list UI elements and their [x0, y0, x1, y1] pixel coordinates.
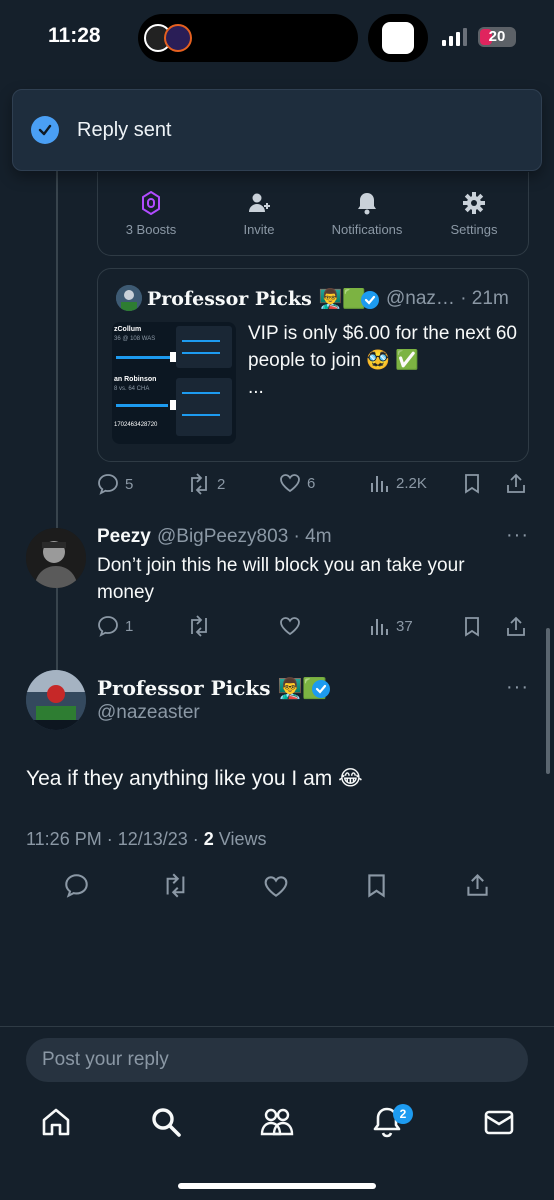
views-button[interactable]: 2.2K [370, 473, 427, 493]
heart-icon[interactable] [279, 616, 301, 636]
scroll-indicator[interactable] [546, 628, 550, 774]
peezy-avatar[interactable] [26, 528, 86, 588]
bookmark-icon[interactable] [367, 873, 386, 898]
image-text-4: 8 vs. 64 CHA [114, 386, 150, 392]
views-label: Views [213, 829, 267, 849]
boost-icon [142, 191, 160, 215]
retweet-icon[interactable] [187, 615, 211, 637]
retweet-icon[interactable] [162, 873, 189, 898]
image-text-3: an Robinson [114, 376, 157, 383]
notifications-button[interactable]: Notifications [312, 190, 422, 237]
verified-badge-icon [312, 680, 330, 698]
peezy-more-button[interactable]: ··· [506, 524, 529, 547]
gear-icon [463, 192, 485, 214]
notifications-label: Notifications [331, 222, 403, 237]
app-logo-icon [382, 22, 414, 54]
reply-icon[interactable] [64, 873, 89, 898]
main-tweet-author[interactable]: Professor Picks 👨‍🏫🟩 [97, 676, 327, 700]
peezy-name[interactable]: Peezy [97, 526, 151, 548]
invite-button[interactable]: Invite [204, 190, 314, 237]
notification-badge: 2 [393, 1104, 413, 1124]
settings-label: Settings [450, 222, 498, 237]
home-icon[interactable] [40, 1106, 72, 1138]
retweet-button[interactable]: 2 [187, 473, 225, 495]
image-text-5: 1702463428720 [114, 422, 158, 428]
main-tweet-handle: @nazeaster [97, 702, 200, 723]
bell-icon [358, 193, 376, 215]
toast-text: Reply sent [77, 118, 172, 141]
quoted-tweet-avatar[interactable] [116, 285, 142, 311]
reply-input[interactable]: Post your reply [26, 1038, 528, 1082]
reply-icon [98, 474, 118, 495]
main-tweet-avatar[interactable] [26, 670, 86, 730]
reply-sent-toast: Reply sent [12, 89, 542, 171]
share-icon[interactable] [506, 615, 526, 637]
person-add-icon [249, 193, 270, 212]
invite-label: Invite [243, 222, 275, 237]
author-emoji: 👨‍🏫🟩 [318, 288, 366, 310]
share-icon[interactable] [506, 472, 526, 494]
search-icon[interactable] [150, 1106, 182, 1138]
thread-line [56, 170, 58, 670]
quoted-tweet-handle: @naz… · 21m [386, 288, 509, 309]
messages-icon[interactable] [483, 1106, 515, 1138]
communities-icon[interactable] [260, 1106, 294, 1138]
quoted-tweet-image[interactable]: zCollum 36 @ 108 WAS an Robinson 8 vs. 6… [112, 322, 236, 444]
main-tweet-more-button[interactable]: ··· [506, 676, 529, 699]
main-tweet-text: Yea if they anything like you I am 😂 [26, 767, 363, 790]
battery-percent: 20 [488, 28, 506, 45]
verified-badge-icon [361, 291, 379, 309]
home-indicator [178, 1183, 376, 1189]
share-icon[interactable] [466, 872, 489, 897]
peezy-reply-button[interactable]: 1 [97, 615, 133, 637]
views-count: 2 [203, 829, 214, 849]
composer-divider [0, 1026, 554, 1027]
views-chart-icon [371, 619, 388, 635]
status-time: 11:28 [48, 24, 101, 47]
like-button[interactable]: 6 [279, 473, 315, 493]
retweet-icon [191, 473, 207, 495]
peezy-handle: @BigPeezy803 · 4m [157, 526, 332, 547]
boosts-button[interactable]: 3 Boosts [96, 190, 206, 237]
settings-button[interactable]: Settings [419, 190, 529, 237]
peezy-reply-text: Don’t join this he will block you an tak… [97, 555, 465, 603]
views-chart-icon [371, 476, 388, 492]
cellular-signal-icon [442, 28, 467, 46]
bookmark-icon[interactable] [464, 473, 480, 494]
tweet-timestamp: 11:26 PM · 12/13/23 · [26, 829, 204, 849]
suns-logo-icon [164, 24, 192, 52]
tweet-meta: 11:26 PM · 12/13/23 · 2 Views [26, 829, 267, 850]
heart-icon [280, 474, 300, 493]
quoted-tweet-text: VIP is only $6.00 for the next 60 people… [248, 323, 517, 398]
bookmark-icon[interactable] [464, 616, 480, 637]
image-text-1: zCollum [114, 326, 142, 333]
reply-button[interactable]: 5 [97, 473, 133, 495]
quoted-tweet-more: ... [248, 377, 264, 398]
quoted-tweet-author[interactable]: Professor Picks 👨‍🏫🟩 [147, 287, 366, 310]
reply-icon [98, 616, 118, 637]
boosts-label: 3 Boosts [125, 222, 177, 237]
heart-icon[interactable] [263, 875, 289, 898]
peezy-views-button[interactable]: 37 [370, 616, 413, 636]
check-circle-icon [31, 116, 59, 144]
image-text-2: 36 @ 108 WAS [114, 336, 156, 342]
